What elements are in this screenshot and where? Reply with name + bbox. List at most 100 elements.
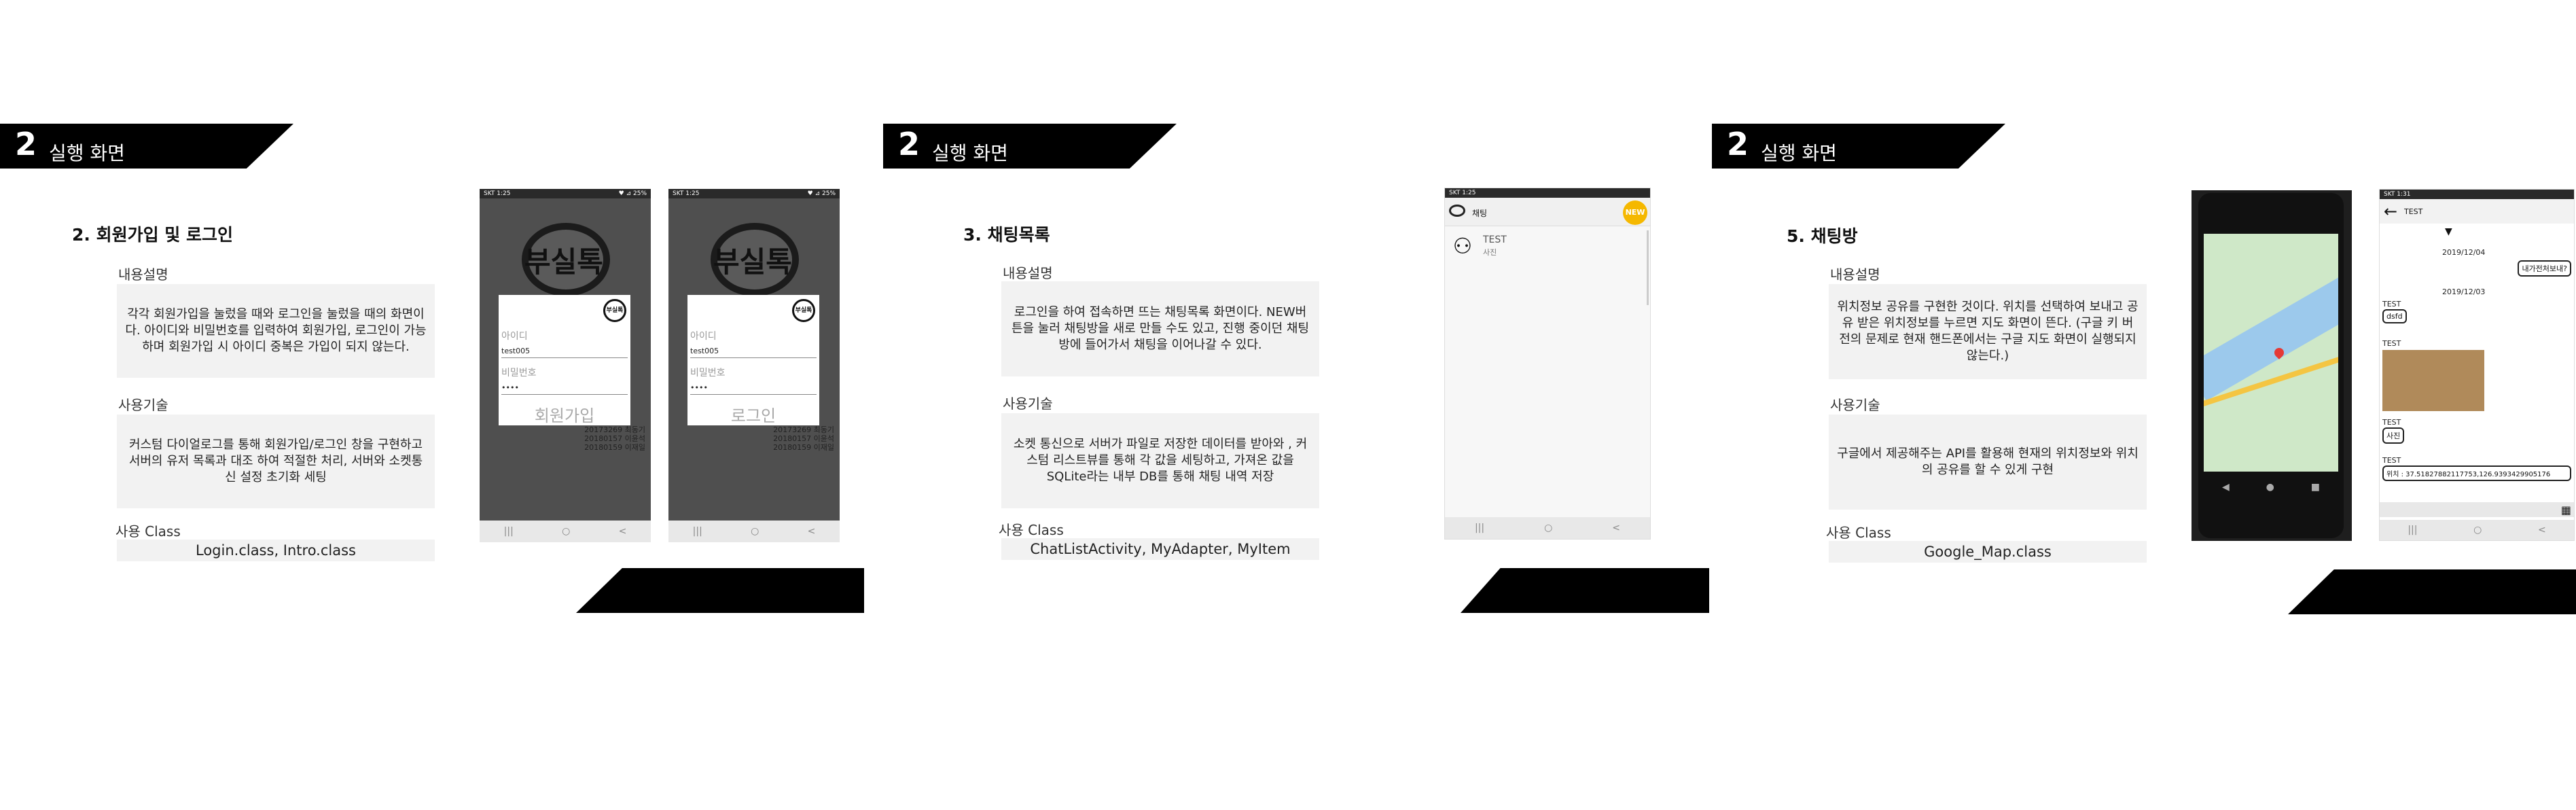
class-label: 사용 Class xyxy=(1826,525,1891,541)
back-button[interactable]: < xyxy=(808,526,816,537)
menu-grid-icon[interactable]: ▦ xyxy=(2561,504,2571,516)
back-button[interactable]: < xyxy=(619,526,627,537)
android-nav-bar: ||| ○ < xyxy=(480,521,651,542)
class-label: 사용 Class xyxy=(115,523,181,540)
new-chat-button[interactable]: NEW xyxy=(1623,200,1647,225)
map-view[interactable] xyxy=(2204,234,2338,472)
room-title: TEST xyxy=(2404,207,2423,216)
list-item: 20173269 최동기 xyxy=(584,425,645,434)
dialog-logo: 부실톡 xyxy=(603,299,626,322)
banner-title: 실행 화면 xyxy=(1761,142,1837,164)
banner-title: 실행 화면 xyxy=(932,142,1008,164)
section-banner: 2 실행 화면 xyxy=(0,124,293,169)
password-label: 비밀번호 xyxy=(690,368,726,378)
home-button[interactable]: ○ xyxy=(562,526,570,537)
back-arrow-icon[interactable]: ← xyxy=(2384,202,2397,221)
id-label: 아이디 xyxy=(690,331,717,342)
corner-decoration xyxy=(1461,568,1709,613)
login-phone-screenshot: SKT 1:25 ♥ ⊿ 25% 부실톡 20173269 최동기 2018015… xyxy=(668,189,840,542)
home-button[interactable]: ○ xyxy=(2473,525,2482,535)
home-button[interactable]: ○ xyxy=(751,526,759,537)
back-button[interactable]: < xyxy=(2538,525,2546,535)
location-message-bubble[interactable]: 위치 : 37.51827882117753,126.9393429905176 xyxy=(2382,465,2571,481)
id-label: 아이디 xyxy=(501,331,528,342)
id-input[interactable]: test005 xyxy=(690,347,719,355)
dog-photo-image[interactable] xyxy=(2382,350,2484,411)
status-carrier: SKT 1:25 xyxy=(484,190,511,197)
id-underline xyxy=(501,357,628,358)
login-dialog: 부실톡 아이디 test005 비밀번호 •••• 로그인 xyxy=(687,295,819,425)
list-item: 20173269 최동기 xyxy=(773,425,834,434)
back-button[interactable]: < xyxy=(1612,523,1620,533)
list-item: 20180159 이재일 xyxy=(584,443,645,452)
id-input[interactable]: test005 xyxy=(501,347,530,355)
scrollbar[interactable] xyxy=(1647,230,1649,305)
id-underline xyxy=(690,357,817,358)
banner-number: 2 xyxy=(898,126,920,162)
password-input[interactable]: •••• xyxy=(690,383,708,392)
header-title: 채팅 xyxy=(1472,209,1488,218)
emulator-nav-bar: ◀ ● ■ xyxy=(2204,477,2338,497)
background-user-list: 20173269 최동기 20180157 이윤석 20180159 이재일 xyxy=(584,425,645,452)
back-button[interactable]: ◀ xyxy=(2222,482,2230,493)
recent-apps-button[interactable]: ||| xyxy=(504,526,514,537)
sender-name: TEST xyxy=(2382,339,2401,348)
recent-apps-button[interactable]: ||| xyxy=(1475,523,1484,533)
chat-list-item[interactable]: ⚇ TEST 사진 xyxy=(1445,230,1650,262)
status-icons: ♥ ⊿ 25% xyxy=(807,190,836,197)
chat-room-phone-screenshot: SKT 1:31 ← TEST ▼ 2019/12/04 내가전처보내? 201… xyxy=(2379,189,2575,541)
tech-box: 커스텀 다이얼로그를 통해 회원가입/로그인 창을 구현하고 서버의 유저 목록… xyxy=(117,415,435,508)
section-title: 2. 회원가입 및 로그인 xyxy=(72,225,234,245)
login-button[interactable]: 로그인 xyxy=(687,402,819,426)
sender-name: TEST xyxy=(2382,456,2401,465)
message-bubble: dsfd xyxy=(2382,309,2407,323)
home-button[interactable]: ● xyxy=(2266,482,2274,493)
slide-chat-room: 2 실행 화면 5. 채팅방 내용설명 위치정보 공유를 구현한 것이다. 위치… xyxy=(1712,0,2576,810)
description-box: 위치정보 공유를 구현한 것이다. 위치를 선택하여 보내고 공유 받은 위치정… xyxy=(1829,284,2147,379)
signup-phone-screenshot: SKT 1:25 ♥ ⊿ 25% 부실톡 20173269 최동기 2018015… xyxy=(480,189,651,542)
android-nav-bar: ||| ○ < xyxy=(668,521,840,542)
section-title: 3. 채팅목록 xyxy=(963,225,1050,245)
photo-message-bubble: 사진 xyxy=(2382,427,2405,444)
app-logo: 부실톡 xyxy=(524,245,603,279)
sender-name: TEST xyxy=(2382,418,2401,427)
status-bar: SKT 1:25 ♥ ⊿ 25% xyxy=(668,189,840,198)
banner-number: 2 xyxy=(15,126,37,162)
password-input[interactable]: •••• xyxy=(501,383,519,392)
chat-bubble-icon xyxy=(1449,205,1465,217)
sender-name: TEST xyxy=(2382,300,2401,309)
slide-signup-login: 2 실행 화면 2. 회원가입 및 로그인 내용설명 각각 회원가입을 눌렀을 … xyxy=(0,0,883,810)
banner-number: 2 xyxy=(1727,126,1749,162)
status-bar: SKT 1:25 xyxy=(1445,188,1650,198)
chat-item-title: TEST xyxy=(1483,234,1507,245)
password-underline xyxy=(501,394,628,395)
status-carrier: SKT 1:25 xyxy=(673,190,700,197)
home-button[interactable]: ○ xyxy=(1544,523,1552,533)
corner-decoration xyxy=(576,568,864,613)
description-label: 내용설명 xyxy=(1003,265,1053,281)
android-nav-bar: ||| ○ < xyxy=(1445,517,1650,539)
signup-button[interactable]: 회원가입 xyxy=(499,402,630,426)
description-label: 내용설명 xyxy=(118,266,168,283)
android-nav-bar: ||| ○ < xyxy=(2380,520,2574,540)
recent-apps-button[interactable]: ||| xyxy=(693,526,702,537)
emulator-phone: ◀ ● ■ xyxy=(2198,193,2344,538)
message-input-bar[interactable]: ▦ xyxy=(2380,502,2574,517)
status-icons: ♥ ⊿ 25% xyxy=(618,190,647,197)
section-title: 5. 채팅방 xyxy=(1787,226,1858,246)
dialog-logo: 부실톡 xyxy=(792,299,815,322)
class-box: Login.class, Intro.class xyxy=(117,540,435,561)
tech-label: 사용기술 xyxy=(1830,397,1880,413)
signup-dialog: 부실톡 아이디 test005 비밀번호 •••• 회원가입 xyxy=(499,295,630,425)
description-label: 내용설명 xyxy=(1830,266,1880,283)
password-label: 비밀번호 xyxy=(501,368,537,378)
chat-list-phone-screenshot: SKT 1:25 채팅 NEW ⚇ TEST 사진 ||| ○ < xyxy=(1444,188,1651,540)
background-user-list: 20173269 최동기 20180157 이윤석 20180159 이재일 xyxy=(773,425,834,452)
recent-apps-button[interactable]: ■ xyxy=(2311,482,2320,493)
banner-title: 실행 화면 xyxy=(49,142,125,164)
section-banner: 2 실행 화면 xyxy=(883,124,1177,169)
date-divider: 2019/12/03 xyxy=(2442,287,2486,296)
recent-apps-button[interactable]: ||| xyxy=(2408,525,2417,535)
chat-item-subtitle: 사진 xyxy=(1483,248,1497,257)
class-box: ChatListActivity, MyAdapter, MyItem xyxy=(1001,538,1319,560)
